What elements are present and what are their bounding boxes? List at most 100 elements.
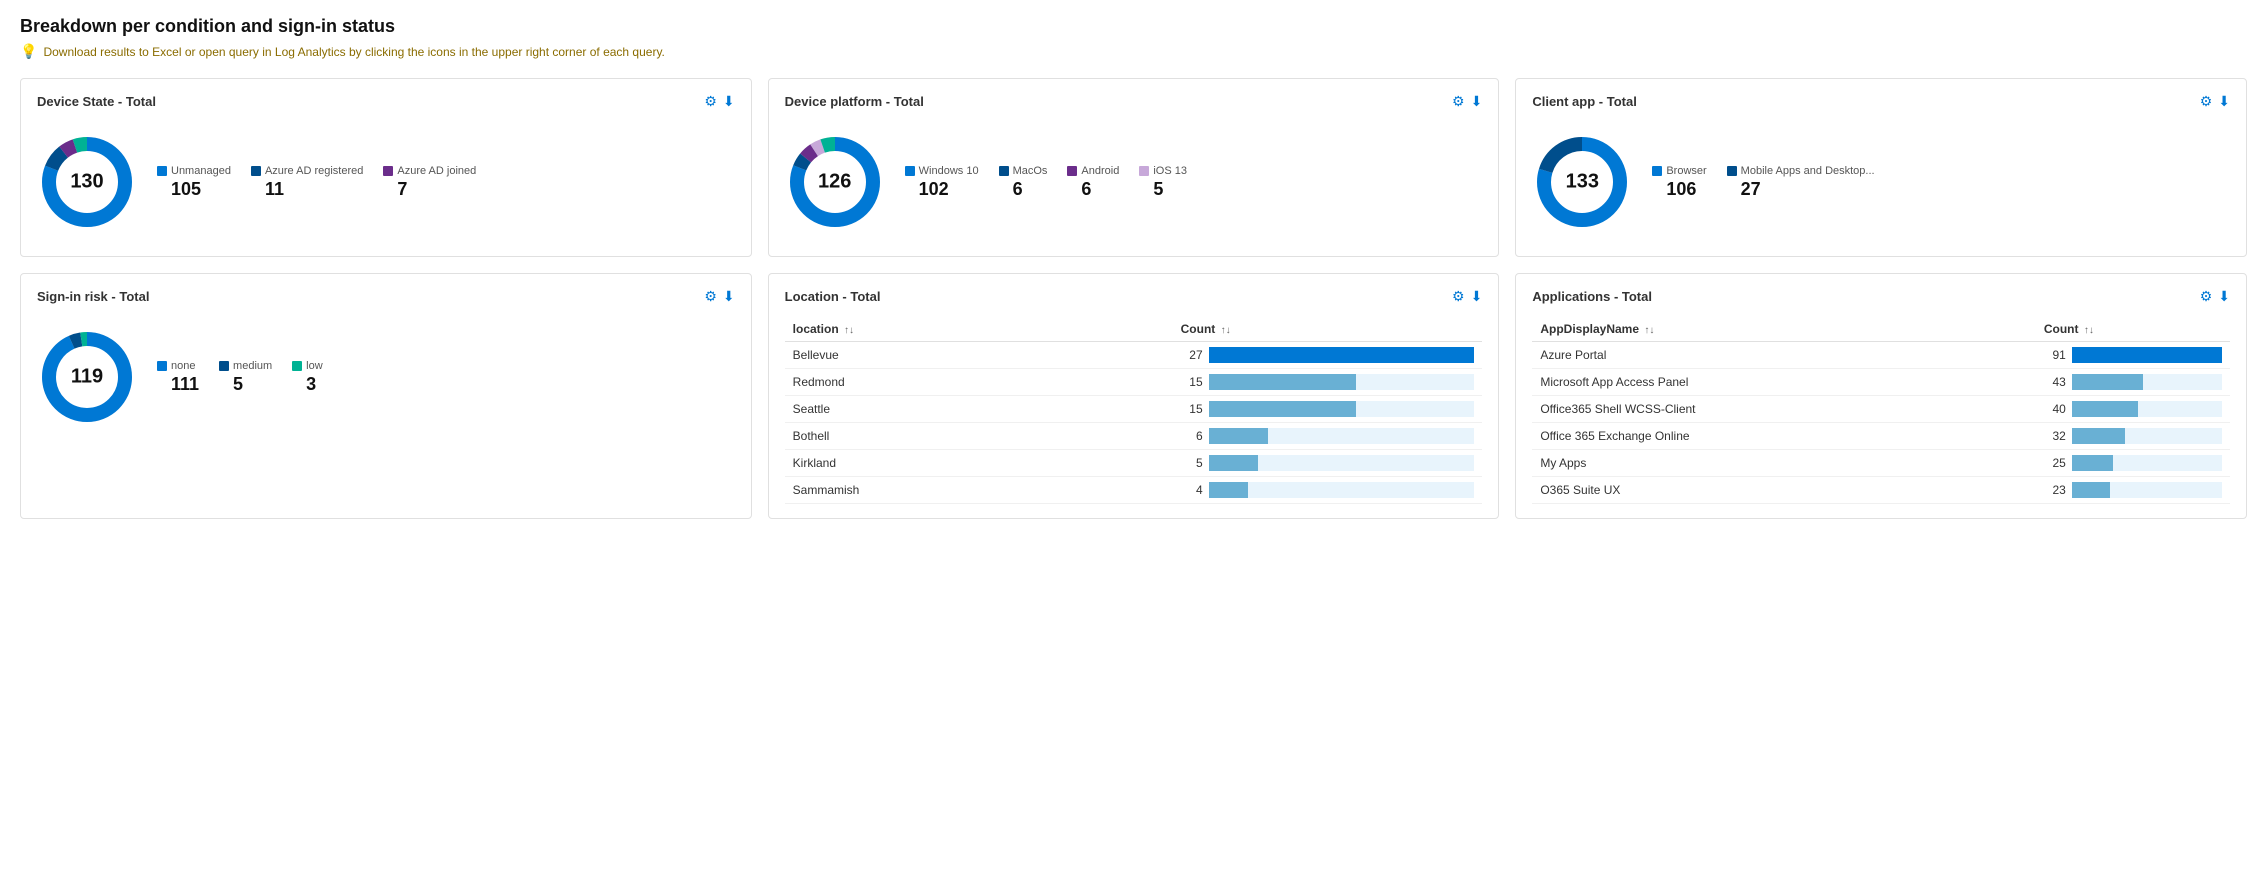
location-count-sort-icon[interactable]: ↑↓ bbox=[1221, 325, 1231, 336]
application-row: My Apps 25 bbox=[1532, 450, 2230, 477]
legend-ios13: iOS 13 5 bbox=[1139, 165, 1187, 200]
app-cell-count: 32 bbox=[2036, 423, 2230, 450]
app-col-name[interactable]: AppDisplayName ↑↓ bbox=[1532, 317, 2036, 342]
legend-unmanaged-label: Unmanaged bbox=[171, 165, 231, 177]
client-app-download-icon[interactable]: ⬇ bbox=[2218, 93, 2230, 110]
legend-android: Android 6 bbox=[1067, 165, 1119, 200]
device-state-donut: 130 bbox=[37, 132, 137, 232]
location-table: location ↑↓ Count ↑↓ Bellevue 27 bbox=[785, 317, 1483, 504]
applications-table-body: Azure Portal 91 Microsoft App Access Pan… bbox=[1532, 342, 2230, 504]
legend-windows10: Windows 10 102 bbox=[905, 165, 979, 200]
legend-ios13-value: 5 bbox=[1153, 179, 1187, 200]
location-icons: ⚙ ⬇ bbox=[1452, 288, 1482, 305]
legend-joined-label: Azure AD joined bbox=[397, 165, 476, 177]
location-cell-name: Seattle bbox=[785, 396, 1173, 423]
applications-card: Applications - Total ⚙ ⬇ AppDisplayName … bbox=[1515, 273, 2247, 519]
client-app-card: Client app - Total ⚙ ⬇ 133 bbox=[1515, 78, 2247, 257]
app-cell-name: My Apps bbox=[1532, 450, 2036, 477]
app-cell-count: 23 bbox=[2036, 477, 2230, 504]
location-upload-icon[interactable]: ⚙ bbox=[1452, 288, 1465, 305]
application-row: Office 365 Exchange Online 32 bbox=[1532, 423, 2230, 450]
legend-android-value: 6 bbox=[1081, 179, 1119, 200]
location-cell-count: 6 bbox=[1173, 423, 1483, 450]
legend-macos: MacOs 6 bbox=[999, 165, 1048, 200]
app-cell-name: Azure Portal bbox=[1532, 342, 2036, 369]
info-icon: 💡 bbox=[20, 43, 37, 60]
location-cell-name: Bothell bbox=[785, 423, 1173, 450]
applications-icons: ⚙ ⬇ bbox=[2200, 288, 2230, 305]
location-download-icon[interactable]: ⬇ bbox=[1471, 288, 1483, 305]
legend-medium-value: 5 bbox=[233, 374, 272, 395]
location-row: Sammamish 4 bbox=[785, 477, 1483, 504]
application-row: Azure Portal 91 bbox=[1532, 342, 2230, 369]
location-cell-count: 27 bbox=[1173, 342, 1483, 369]
device-platform-total: 126 bbox=[818, 171, 851, 194]
device-state-card: Device State - Total ⚙ ⬇ bbox=[20, 78, 752, 257]
device-state-icons: ⚙ ⬇ bbox=[704, 93, 734, 110]
app-cell-count: 40 bbox=[2036, 396, 2230, 423]
device-platform-upload-icon[interactable]: ⚙ bbox=[1452, 93, 1465, 110]
applications-table-wrapper: AppDisplayName ↑↓ Count ↑↓ Azure Portal … bbox=[1532, 317, 2230, 504]
app-col-count[interactable]: Count ↑↓ bbox=[2036, 317, 2230, 342]
location-title: Location - Total bbox=[785, 289, 881, 304]
device-state-title: Device State - Total bbox=[37, 94, 156, 109]
legend-joined: Azure AD joined 7 bbox=[383, 165, 476, 200]
legend-mobile: Mobile Apps and Desktop... 27 bbox=[1727, 165, 1875, 200]
location-cell-name: Redmond bbox=[785, 369, 1173, 396]
applications-upload-icon[interactable]: ⚙ bbox=[2200, 288, 2213, 305]
legend-ios13-label: iOS 13 bbox=[1153, 165, 1187, 177]
application-row: Office365 Shell WCSS-Client 40 bbox=[1532, 396, 2230, 423]
app-cell-name: Office 365 Exchange Online bbox=[1532, 423, 2036, 450]
application-row: Microsoft App Access Panel 43 bbox=[1532, 369, 2230, 396]
location-header: Location - Total ⚙ ⬇ bbox=[785, 288, 1483, 305]
device-platform-donut: 126 bbox=[785, 132, 885, 232]
location-row: Bellevue 27 bbox=[785, 342, 1483, 369]
location-col-count[interactable]: Count ↑↓ bbox=[1173, 317, 1483, 342]
app-sort-icon[interactable]: ↑↓ bbox=[1644, 325, 1654, 336]
device-state-header: Device State - Total ⚙ ⬇ bbox=[37, 93, 735, 110]
legend-mobile-value: 27 bbox=[1741, 179, 1875, 200]
applications-download-icon[interactable]: ⬇ bbox=[2218, 288, 2230, 305]
app-cell-count: 43 bbox=[2036, 369, 2230, 396]
legend-registered-label: Azure AD registered bbox=[265, 165, 363, 177]
client-app-legend: Browser 106 Mobile Apps and Desktop... 2… bbox=[1652, 165, 1874, 200]
legend-windows10-value: 102 bbox=[919, 179, 979, 200]
location-row: Bothell 6 bbox=[785, 423, 1483, 450]
location-col-location[interactable]: location ↑↓ bbox=[785, 317, 1173, 342]
applications-table: AppDisplayName ↑↓ Count ↑↓ Azure Portal … bbox=[1532, 317, 2230, 504]
location-table-header-row: location ↑↓ Count ↑↓ bbox=[785, 317, 1483, 342]
device-state-total: 130 bbox=[70, 171, 103, 194]
location-cell-name: Bellevue bbox=[785, 342, 1173, 369]
applications-header: Applications - Total ⚙ ⬇ bbox=[1532, 288, 2230, 305]
info-bar: 💡 Download results to Excel or open quer… bbox=[20, 43, 2247, 60]
signin-risk-upload-icon[interactable]: ⚙ bbox=[704, 288, 717, 305]
signin-risk-total: 119 bbox=[71, 366, 103, 389]
client-app-total: 133 bbox=[1566, 171, 1599, 194]
page-title: Breakdown per condition and sign-in stat… bbox=[20, 16, 2247, 37]
legend-macos-value: 6 bbox=[1013, 179, 1048, 200]
signin-risk-title: Sign-in risk - Total bbox=[37, 289, 149, 304]
applications-header-row: AppDisplayName ↑↓ Count ↑↓ bbox=[1532, 317, 2230, 342]
device-platform-chart: 126 Windows 10 102 MacOs 6 bbox=[785, 122, 1483, 242]
client-app-upload-icon[interactable]: ⚙ bbox=[2200, 93, 2213, 110]
device-state-upload-icon[interactable]: ⚙ bbox=[704, 93, 717, 110]
device-platform-download-icon[interactable]: ⬇ bbox=[1471, 93, 1483, 110]
location-sort-icon[interactable]: ↑↓ bbox=[844, 325, 854, 336]
legend-joined-value: 7 bbox=[397, 179, 476, 200]
legend-mobile-label: Mobile Apps and Desktop... bbox=[1741, 165, 1875, 177]
legend-none-label: none bbox=[171, 360, 195, 372]
legend-medium-label: medium bbox=[233, 360, 272, 372]
legend-unmanaged: Unmanaged 105 bbox=[157, 165, 231, 200]
client-app-chart: 133 Browser 106 Mobile Apps and Desktop.… bbox=[1532, 122, 2230, 242]
app-count-sort-icon[interactable]: ↑↓ bbox=[2084, 325, 2094, 336]
device-state-legend: Unmanaged 105 Azure AD registered 11 Azu… bbox=[157, 165, 476, 200]
application-row: O365 Suite UX 23 bbox=[1532, 477, 2230, 504]
device-state-download-icon[interactable]: ⬇ bbox=[723, 93, 735, 110]
signin-risk-download-icon[interactable]: ⬇ bbox=[723, 288, 735, 305]
device-platform-card: Device platform - Total ⚙ ⬇ bbox=[768, 78, 1500, 257]
legend-browser-value: 106 bbox=[1666, 179, 1706, 200]
location-row: Kirkland 5 bbox=[785, 450, 1483, 477]
location-cell-count: 15 bbox=[1173, 396, 1483, 423]
location-table-wrapper: location ↑↓ Count ↑↓ Bellevue 27 bbox=[785, 317, 1483, 504]
location-row: Redmond 15 bbox=[785, 369, 1483, 396]
